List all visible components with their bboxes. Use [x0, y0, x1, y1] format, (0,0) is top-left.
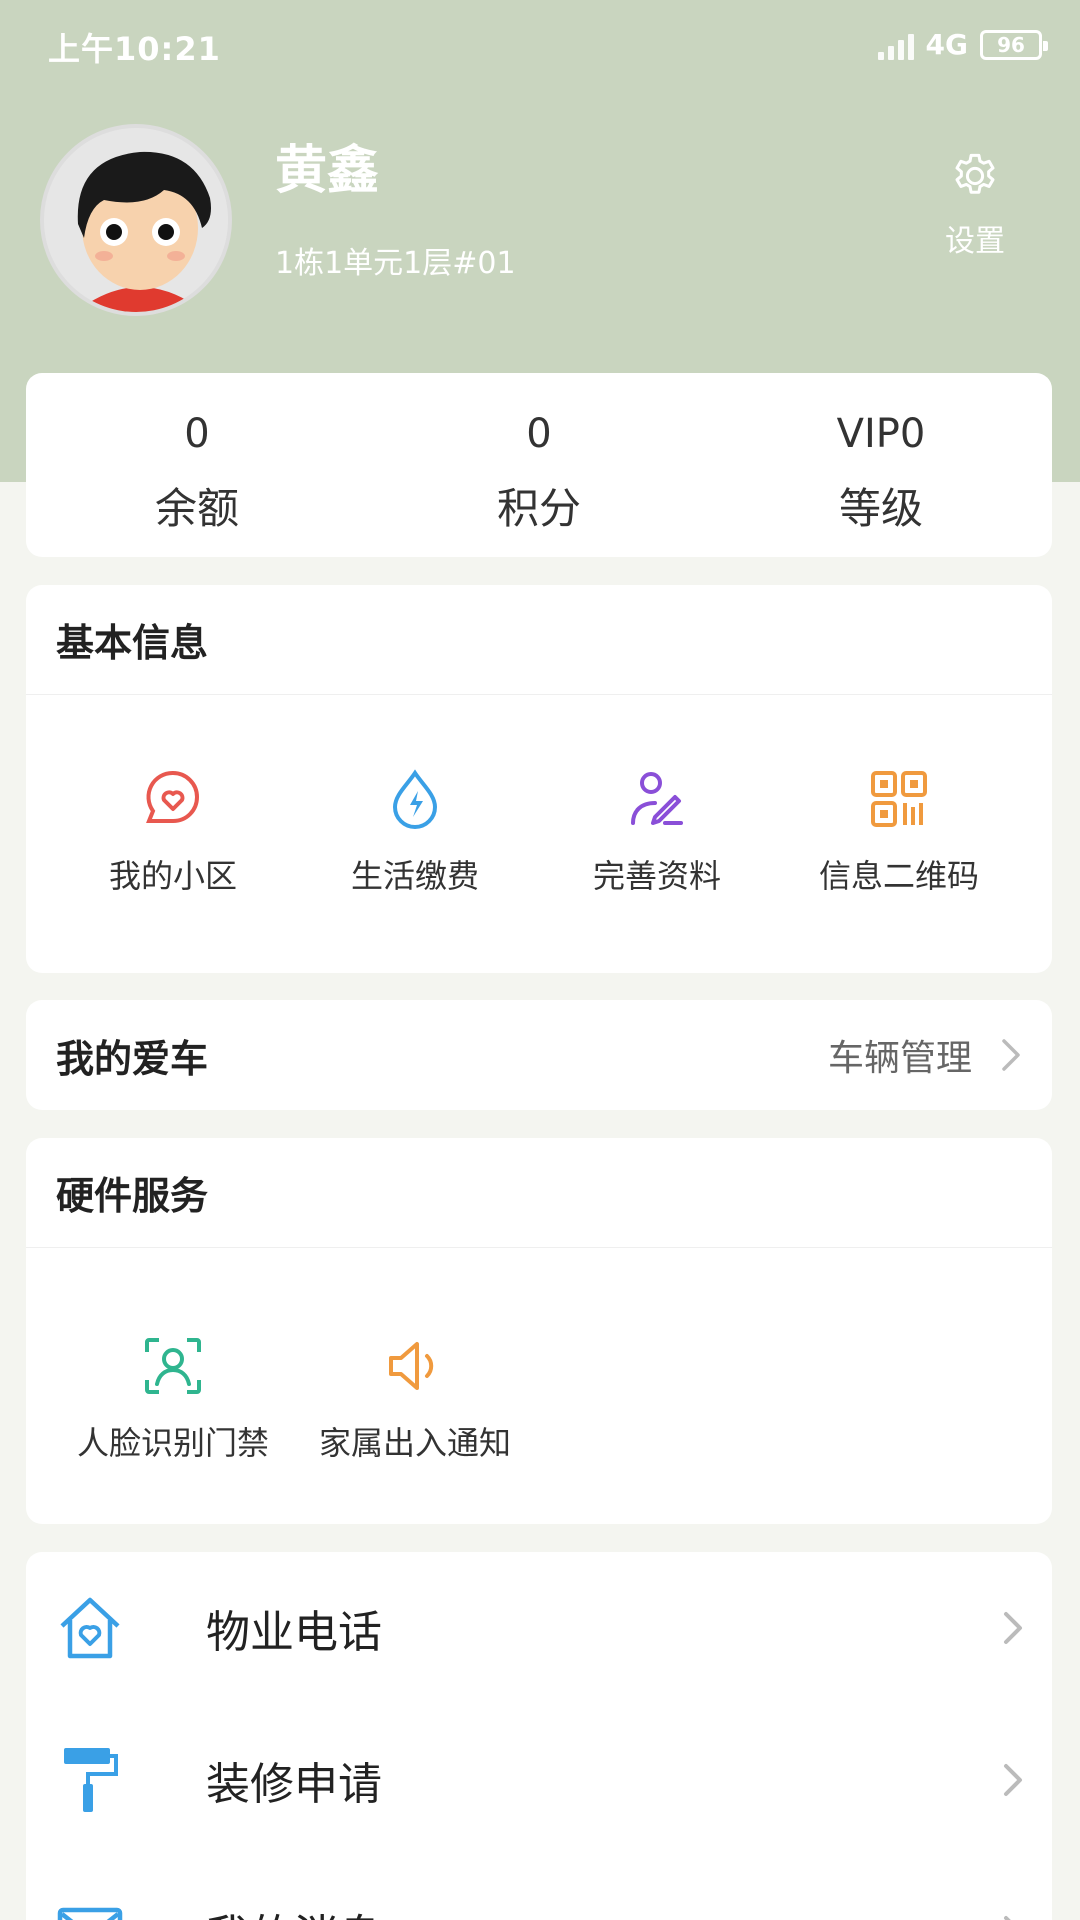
status-time: 上午10:21 [48, 30, 221, 68]
stat-points[interactable]: 0 积分 [368, 373, 710, 557]
stat-value: 0 [184, 411, 210, 457]
section-title: 我的爱车 [56, 1036, 209, 1081]
vehicle-management-label: 车辆管理 [827, 1038, 972, 1079]
face-recognition-access-button[interactable]: 人脸识别门禁 [52, 1334, 294, 1464]
list-label: 我的消息 [206, 1900, 382, 1920]
grid-label: 生活缴费 [350, 857, 479, 895]
property-phone-row[interactable]: 物业电话 [26, 1552, 1052, 1704]
basic-info-card: 基本信息 我的小区 生活缴费 完善资料 信息二维码 [26, 585, 1052, 973]
section-header: 基本信息 [26, 585, 1052, 695]
list-label: 装修申请 [206, 1759, 382, 1810]
chevron-right-icon [1004, 1612, 1022, 1644]
vehicle-management-link[interactable]: 车辆管理 [828, 1029, 1022, 1081]
battery-icon: 96 [980, 29, 1048, 60]
network-type: 4G [925, 28, 968, 61]
section-header: 硬件服务 [26, 1138, 1052, 1248]
renovation-application-row[interactable]: 装修申请 [26, 1704, 1052, 1856]
grid-label: 完善资料 [592, 857, 721, 895]
avatar[interactable] [40, 124, 232, 316]
stat-label: 积分 [496, 484, 581, 533]
hardware-service-card: 硬件服务 人脸识别门禁 家属出入通知 [26, 1138, 1052, 1524]
section-title: 基本信息 [56, 621, 209, 665]
list-label: 物业电话 [206, 1607, 382, 1658]
stat-value: 0 [526, 411, 552, 457]
mail-icon [57, 1907, 123, 1920]
user-address: 1栋1单元1层#01 [275, 246, 516, 281]
battery-level: 96 [997, 32, 1025, 57]
grid-label: 人脸识别门禁 [76, 1424, 269, 1462]
my-community-button[interactable]: 我的小区 [52, 767, 294, 897]
chevron-right-icon [1002, 1039, 1020, 1071]
life-payment-button[interactable]: 生活缴费 [294, 767, 536, 897]
stat-level[interactable]: VIP0 等级 [710, 373, 1052, 557]
paint-roller-icon [64, 1748, 118, 1812]
family-access-notice-button[interactable]: 家属出入通知 [294, 1334, 536, 1464]
stat-value: VIP0 [836, 411, 926, 457]
my-car-card[interactable]: 我的爱车 车辆管理 [26, 1000, 1052, 1110]
status-indicators: 4G 96 [877, 28, 1048, 61]
speaker-icon [389, 1342, 434, 1390]
info-qr-code-button[interactable]: 信息二维码 [778, 767, 1020, 897]
qr-code-icon [871, 771, 927, 827]
stat-label: 余额 [154, 484, 239, 533]
settings-label: 设置 [945, 224, 1005, 259]
menu-list-card: 物业电话 装修申请 我的消息 [26, 1552, 1052, 1920]
status-bar: 上午10:21 4G 96 [0, 0, 1080, 95]
grid-label: 信息二维码 [818, 857, 979, 895]
community-heart-icon [146, 770, 200, 823]
face-scan-icon [145, 1338, 201, 1394]
stat-label: 等级 [838, 484, 923, 533]
signal-icon [877, 30, 914, 60]
section-title: 硬件服务 [56, 1174, 209, 1218]
grid-label: 我的小区 [108, 857, 237, 895]
user-edit-icon [631, 772, 683, 825]
house-heart-icon [60, 1597, 120, 1659]
stats-card: 0 余额 0 积分 VIP0 等级 [26, 373, 1052, 557]
water-bolt-icon [392, 769, 438, 829]
chevron-right-icon [1004, 1916, 1011, 1920]
gear-icon [955, 153, 995, 194]
user-name: 黄鑫 [275, 141, 380, 201]
stat-balance[interactable]: 0 余额 [26, 373, 368, 557]
avatar-cartoon-icon [44, 128, 228, 312]
my-messages-row[interactable]: 我的消息 [26, 1856, 1052, 1920]
chevron-right-icon [1004, 1764, 1022, 1796]
grid-label: 家属出入通知 [318, 1424, 511, 1462]
complete-profile-button[interactable]: 完善资料 [536, 767, 778, 897]
settings-button[interactable]: 设置 [930, 150, 1020, 260]
